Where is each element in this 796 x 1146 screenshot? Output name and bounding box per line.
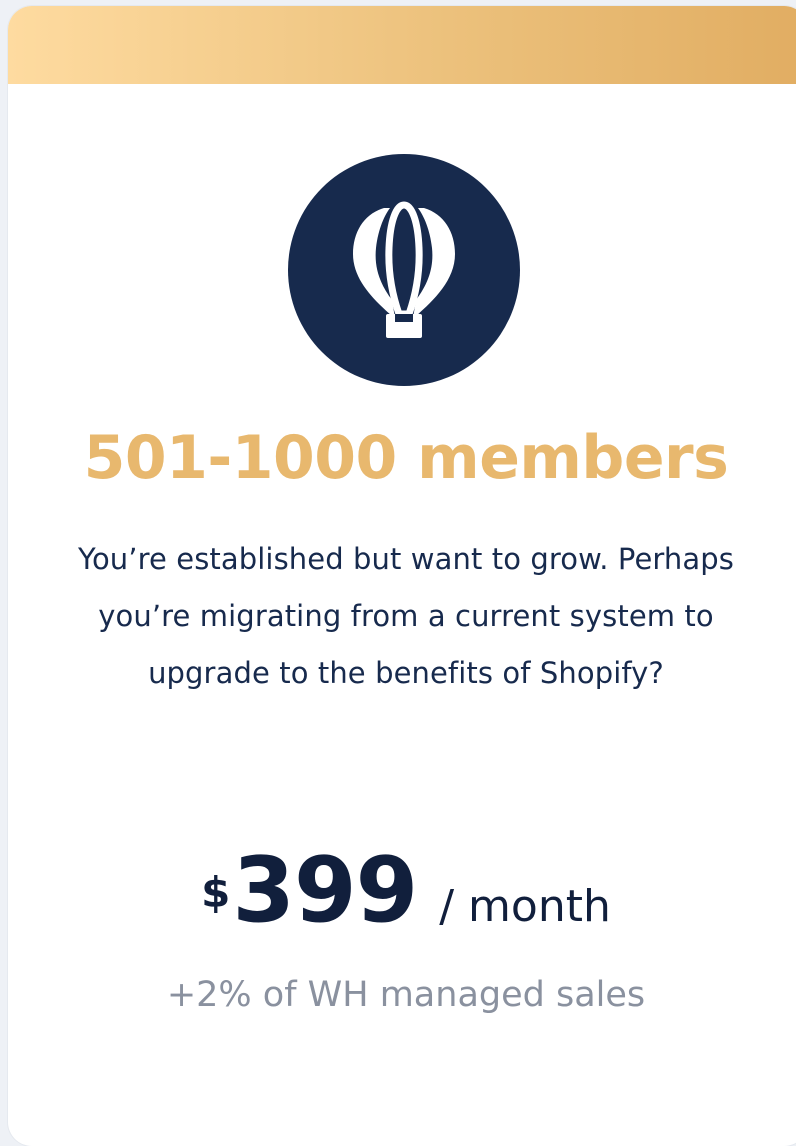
fee-note: +2% of WH managed sales [166,975,646,1015]
tier-description: You’re established but want to grow. Per… [78,542,734,690]
pricing-card: 501-1000 members You’re established but … [8,6,796,1146]
price-currency: $ [201,868,231,917]
price-display: $ 399 / month [8,836,796,946]
tier-title: 501-1000 members [83,423,729,493]
price-amount: 399 [232,838,418,943]
hot-air-balloon-icon [353,201,455,338]
icon-badge [288,154,520,386]
price-period: / month [439,881,611,932]
card-header-gradient [8,6,796,84]
